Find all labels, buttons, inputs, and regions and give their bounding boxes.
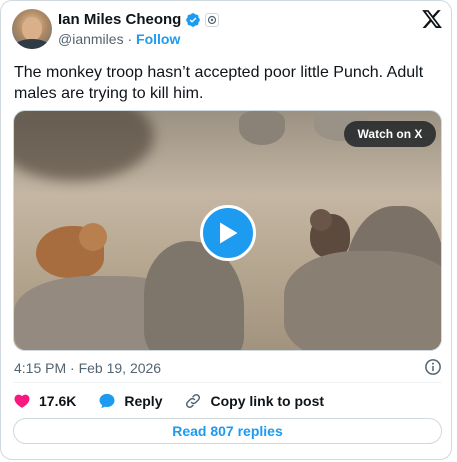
handle-separator: · xyxy=(127,31,133,47)
video-scene-monkey-head xyxy=(310,209,332,231)
author-handle[interactable]: @ianmiles xyxy=(58,31,124,47)
avatar[interactable] xyxy=(12,9,52,49)
play-button[interactable] xyxy=(200,205,256,261)
x-logo-icon[interactable] xyxy=(421,8,443,30)
video-scene-monkey-head xyxy=(79,223,107,251)
post-timestamp[interactable]: 4:15 PM · Feb 19, 2026 xyxy=(14,360,161,376)
heart-icon xyxy=(14,394,30,408)
avatar-shirt xyxy=(14,39,50,49)
video-scene-shadow xyxy=(14,111,154,181)
follow-button[interactable]: Follow xyxy=(136,31,180,47)
affiliate-badge-icon[interactable] xyxy=(205,12,220,27)
video-media[interactable]: Watch on X xyxy=(13,110,442,351)
read-replies-button[interactable]: Read 807 replies xyxy=(13,418,442,444)
verified-badge-icon xyxy=(186,12,201,27)
watch-on-x-button[interactable]: Watch on X xyxy=(344,121,436,147)
divider xyxy=(13,382,442,383)
affiliate-glyph-icon xyxy=(208,15,217,24)
reply-button[interactable]: Reply xyxy=(98,392,162,410)
video-scene-monkey xyxy=(239,111,285,145)
reply-label: Reply xyxy=(124,393,163,409)
info-icon[interactable] xyxy=(424,358,442,376)
avatar-face xyxy=(22,17,42,41)
play-icon xyxy=(220,222,238,244)
author-handle-row: @ianmiles · Follow xyxy=(58,31,180,47)
action-bar: 17.6K Reply Copy link to post xyxy=(13,391,346,411)
copy-link-label: Copy link to post xyxy=(210,393,325,409)
like-button[interactable]: 17.6K xyxy=(13,392,76,410)
author-name[interactable]: Ian Miles Cheong xyxy=(58,11,181,28)
video-scene-rock xyxy=(284,251,441,350)
tweet-text: The monkey troop hasn’t accepted poor li… xyxy=(14,64,424,102)
link-icon xyxy=(186,393,201,409)
reply-bubble-icon xyxy=(99,393,115,409)
author-name-row: Ian Miles Cheong xyxy=(58,11,220,28)
copy-link-button[interactable]: Copy link to post xyxy=(184,392,324,410)
likes-count: 17.6K xyxy=(39,393,77,409)
embedded-post-card: Ian Miles Cheong @ianmiles · Follow The … xyxy=(0,0,452,460)
